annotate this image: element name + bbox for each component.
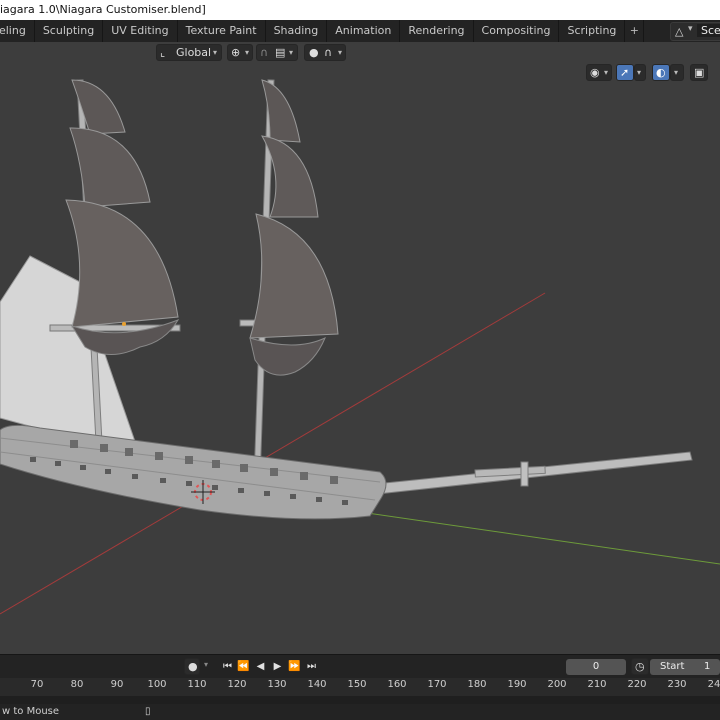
add-workspace-button[interactable]: +	[625, 20, 645, 42]
snap-toggle[interactable]: ∩ ▤ ▾	[256, 44, 298, 61]
ruler-tick: 200	[547, 679, 567, 690]
ruler-tick: 24	[707, 679, 720, 690]
window-title: iagara 1.0\Niagara Customiser.blend]	[0, 3, 206, 16]
record-icon: ●	[188, 660, 198, 673]
play-reverse-icon[interactable]: ◀	[253, 659, 268, 675]
ruler-tick: 110	[187, 679, 207, 690]
chevron-down-icon: ▾	[289, 48, 294, 57]
main-course-sail	[249, 213, 339, 339]
chevron-down-icon: ▾	[204, 660, 209, 669]
ruler-tick: 70	[30, 679, 44, 690]
overlay-dropdown[interactable]: ▾	[670, 64, 684, 81]
xray-toggle[interactable]: ▣	[690, 64, 708, 81]
fore-course-sail	[65, 199, 179, 328]
pivot-point-dropdown[interactable]: ⊕ ▾	[227, 44, 253, 61]
tab-sculpting[interactable]: Sculpting	[35, 20, 104, 42]
ruler-tick: 230	[667, 679, 687, 690]
ruler-tick: 180	[467, 679, 487, 690]
overlay-toggle[interactable]: ◐	[652, 64, 670, 81]
tab-compositing[interactable]: Compositing	[474, 20, 560, 42]
status-bar: w to Mouse ▯	[0, 704, 720, 720]
record-button[interactable]: ●	[184, 658, 200, 675]
scene-selector[interactable]: △ ▾ Scen	[670, 22, 720, 41]
snap-increment-icon: ▤	[275, 46, 286, 59]
chevron-down-icon: ▾	[674, 68, 679, 77]
ruler-tick: 190	[507, 679, 527, 690]
current-frame-field[interactable]: 0	[566, 659, 626, 675]
ship-hull	[0, 424, 387, 520]
ruler-tick: 210	[587, 679, 607, 690]
ruler-tick: 170	[427, 679, 447, 690]
workspace-tabs: deling Sculpting UV Editing Texture Pain…	[0, 20, 645, 42]
origin-dot	[122, 322, 126, 326]
jump-end-icon[interactable]: ⏭	[304, 659, 319, 675]
orientation-dropdown[interactable]: ⌞ Global ▾	[156, 44, 222, 61]
viewport-canvas	[0, 79, 720, 615]
next-keyframe-icon[interactable]: ⏩	[287, 659, 302, 675]
tab-uv-editing[interactable]: UV Editing	[103, 20, 178, 42]
overlay-icon: ◐	[656, 66, 666, 79]
prev-keyframe-icon[interactable]: ⏪	[236, 659, 251, 675]
ruler-tick: 120	[227, 679, 247, 690]
scene-icon: △	[675, 25, 684, 38]
proportional-edit-icon: ●	[309, 46, 319, 59]
chevron-down-icon: ▾	[604, 68, 609, 77]
timeline-header: ● ▾ ⏮ ⏪ ◀ ▶ ⏩ ⏭ 0 ◷ Start 1	[0, 654, 720, 679]
orientation-label: Global	[176, 46, 212, 59]
window-title-bar: iagara 1.0\Niagara Customiser.blend]	[0, 0, 720, 20]
tab-rendering[interactable]: Rendering	[400, 20, 474, 42]
chevron-down-icon: ▾	[688, 24, 693, 34]
timeline-scrollbar[interactable]	[0, 696, 720, 704]
ruler-tick: 150	[347, 679, 367, 690]
visibility-dropdown[interactable]: ◉ ▾	[586, 64, 612, 81]
falloff-icon: ∩	[324, 46, 333, 59]
frame-ruler[interactable]: 70 80 90 100 110 120 130 140 150 160 170…	[0, 678, 720, 696]
viewport-overlay-controls: ◉ ▾ ➚ ▾ ◐ ▾ ▣	[586, 64, 720, 82]
jump-start-icon[interactable]: ⏮	[220, 659, 235, 675]
3d-viewport[interactable]: ⌞ Global ▾ ⊕ ▾ ∩ ▤ ▾ ● ∩ ▾ ◉ ▾ ➚ ▾ ◐ ▾ ▣	[0, 42, 720, 654]
preview-range-toggle[interactable]: ◷	[631, 658, 649, 675]
status-text: w to Mouse	[2, 706, 60, 717]
chevron-down-icon: ▾	[245, 48, 250, 57]
ruler-tick: 130	[267, 679, 287, 690]
tab-shading[interactable]: Shading	[266, 20, 328, 42]
start-frame-field[interactable]: Start 1	[650, 659, 720, 675]
xray-icon: ▣	[694, 66, 705, 79]
stopwatch-icon: ◷	[635, 660, 645, 673]
start-label: Start	[660, 661, 685, 672]
scene-name: Scen	[697, 24, 720, 37]
chevron-down-icon: ▾	[637, 68, 642, 77]
visibility-eye-icon: ◉	[590, 66, 600, 79]
axes-icon: ⌞	[160, 46, 166, 59]
ruler-tick: 220	[627, 679, 647, 690]
play-icon[interactable]: ▶	[270, 659, 285, 675]
mouse-icon: ▯	[145, 706, 151, 717]
tab-modeling[interactable]: deling	[0, 20, 35, 42]
tab-animation[interactable]: Animation	[327, 20, 401, 42]
gizmo-icon: ➚	[620, 66, 630, 79]
proportional-edit-toggle[interactable]: ● ∩ ▾	[304, 44, 346, 61]
ruler-tick: 140	[307, 679, 327, 690]
chevron-down-icon: ▾	[338, 48, 343, 57]
magnet-icon: ∩	[260, 46, 269, 59]
ruler-tick: 100	[147, 679, 167, 690]
chevron-down-icon: ▾	[213, 48, 218, 57]
ruler-tick: 80	[70, 679, 84, 690]
ruler-tick: 90	[110, 679, 124, 690]
viewport-header: ⌞ Global ▾ ⊕ ▾ ∩ ▤ ▾ ● ∩ ▾	[0, 44, 720, 62]
workspace-bar: deling Sculpting UV Editing Texture Pain…	[0, 20, 720, 43]
tab-texture-paint[interactable]: Texture Paint	[178, 20, 266, 42]
gizmo-toggle[interactable]: ➚	[616, 64, 634, 81]
transform-pivot-icon: ⊕	[231, 46, 241, 59]
tab-scripting[interactable]: Scripting	[559, 20, 626, 42]
start-value: 1	[704, 661, 711, 672]
ruler-tick: 160	[387, 679, 407, 690]
fore-topsail	[69, 127, 151, 208]
gizmo-dropdown[interactable]: ▾	[634, 64, 646, 81]
